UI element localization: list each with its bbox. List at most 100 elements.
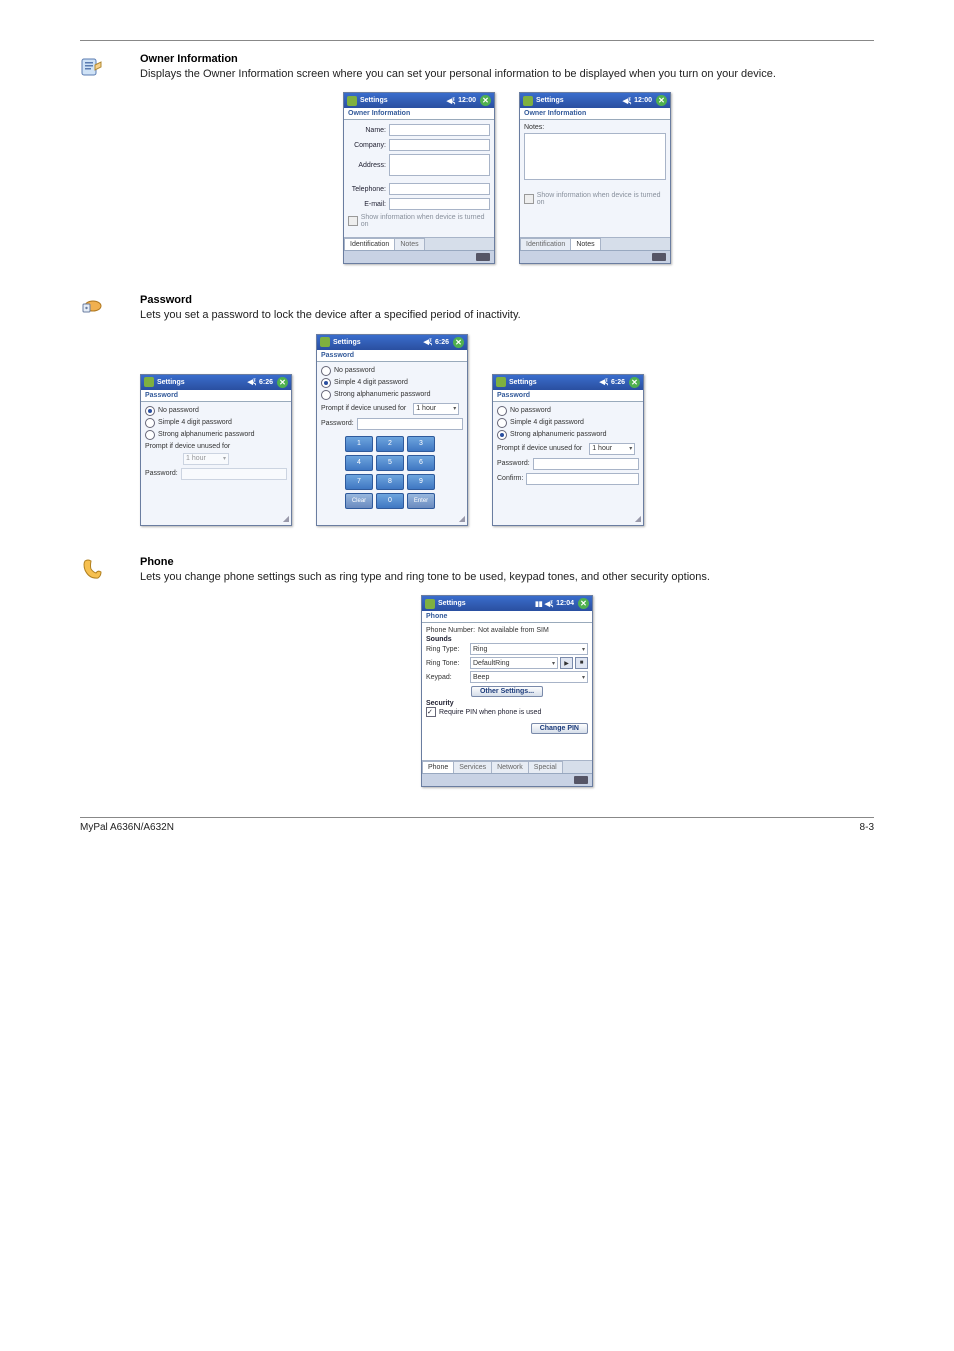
subtitle: Password	[317, 350, 467, 362]
phone-desc: Lets you change phone settings such as r…	[140, 570, 874, 585]
other-settings-button[interactable]: Other Settings...	[471, 686, 543, 697]
pwd-field[interactable]	[533, 458, 639, 470]
pwd-label: Password:	[145, 470, 178, 477]
signal-icon: ◀ξ	[623, 97, 632, 105]
require-pin-checkbox[interactable]: ✓	[426, 707, 436, 717]
show-info-label: Show information when device is turned o…	[361, 214, 490, 228]
clock: 12:00	[634, 97, 652, 104]
subtitle: Owner Information	[344, 108, 494, 120]
ok-button[interactable]: ✕	[629, 377, 640, 388]
owner-info-icon	[80, 66, 104, 83]
key-7[interactable]: 7	[345, 474, 373, 490]
resize-grip: ◢	[459, 514, 465, 523]
sounds-header: Sounds	[426, 636, 588, 643]
email-label: E-mail:	[348, 201, 386, 208]
owner-heading: Owner Information	[140, 53, 874, 65]
key-enter[interactable]: Enter	[407, 493, 435, 509]
key-5[interactable]: 5	[376, 455, 404, 471]
tab-notes[interactable]: Notes	[394, 238, 424, 250]
key-6[interactable]: 6	[407, 455, 435, 471]
start-icon	[425, 599, 435, 609]
ok-button[interactable]: ✕	[578, 598, 589, 609]
keyboard-icon[interactable]	[652, 253, 666, 261]
key-1[interactable]: 1	[345, 436, 373, 452]
play-button[interactable]: ▶	[560, 657, 573, 669]
pwd-field[interactable]	[357, 418, 463, 430]
opt-none: No password	[334, 367, 375, 374]
clock: 6:26	[435, 339, 449, 346]
resize-grip: ◢	[283, 514, 289, 523]
owner-notes-window: Settings ◀ξ 12:00 ✕ Owner Information No…	[519, 92, 671, 264]
name-field[interactable]	[389, 124, 490, 136]
key-2[interactable]: 2	[376, 436, 404, 452]
keyboard-icon[interactable]	[574, 776, 588, 784]
require-pin-label: Require PIN when phone is used	[439, 709, 541, 716]
radio-strong[interactable]	[321, 390, 331, 400]
confirm-field[interactable]	[526, 473, 639, 485]
key-9[interactable]: 9	[407, 474, 435, 490]
title: Settings	[536, 97, 564, 104]
ringtone-drop[interactable]: DefaultRing▾	[470, 657, 558, 669]
keypad-label: Keypad:	[426, 674, 470, 681]
start-icon	[320, 337, 330, 347]
tab-phone[interactable]: Phone	[422, 761, 454, 773]
tab-network[interactable]: Network	[491, 761, 529, 773]
start-icon	[496, 377, 506, 387]
prompt-drop[interactable]: 1 hour▾	[413, 403, 459, 415]
prompt-label: Prompt if device unused for	[145, 443, 230, 450]
keyboard-icon[interactable]	[476, 253, 490, 261]
title: Settings	[438, 600, 466, 607]
title: Settings	[333, 339, 361, 346]
radio-strong[interactable]	[145, 430, 155, 440]
company-label: Company:	[348, 142, 386, 149]
radio-simple[interactable]	[321, 378, 331, 388]
telephone-field[interactable]	[389, 183, 490, 195]
email-field[interactable]	[389, 198, 490, 210]
radio-strong[interactable]	[497, 430, 507, 440]
radio-none[interactable]	[145, 406, 155, 416]
subtitle: Password	[141, 390, 291, 402]
security-header: Security	[426, 700, 588, 707]
number-label: Phone Number:	[426, 627, 475, 634]
company-field[interactable]	[389, 139, 490, 151]
tab-special[interactable]: Special	[528, 761, 563, 773]
ok-button[interactable]: ✕	[656, 95, 667, 106]
radio-simple[interactable]	[497, 418, 507, 428]
ok-button[interactable]: ✕	[453, 337, 464, 348]
signal-icon: ◀ξ	[599, 378, 608, 386]
subtitle: Phone	[422, 611, 592, 623]
change-pin-button[interactable]: Change PIN	[531, 723, 588, 734]
ok-button[interactable]: ✕	[277, 377, 288, 388]
radio-simple[interactable]	[145, 418, 155, 428]
tab-services[interactable]: Services	[453, 761, 492, 773]
keypad-drop[interactable]: Beep▾	[470, 671, 588, 683]
number-value: Not available from SIM	[478, 627, 549, 634]
tab-identification[interactable]: Identification	[520, 238, 571, 250]
password-icon	[80, 307, 104, 324]
notes-field[interactable]	[524, 133, 666, 180]
key-4[interactable]: 4	[345, 455, 373, 471]
ok-button[interactable]: ✕	[480, 95, 491, 106]
address-field[interactable]	[389, 154, 490, 176]
radio-none[interactable]	[321, 366, 331, 376]
key-8[interactable]: 8	[376, 474, 404, 490]
start-icon	[144, 377, 154, 387]
opt-simple: Simple 4 digit password	[334, 379, 408, 386]
tab-identification[interactable]: Identification	[344, 238, 395, 250]
tab-notes[interactable]: Notes	[570, 238, 600, 250]
show-info-checkbox[interactable]	[524, 194, 534, 204]
password-desc: Lets you set a password to lock the devi…	[140, 308, 874, 323]
pw-none-window: Settings ◀ξ 6:26 ✕ Password No password …	[140, 374, 292, 526]
prompt-drop[interactable]: 1 hour▾	[589, 443, 635, 455]
radio-none[interactable]	[497, 406, 507, 416]
title: Settings	[360, 97, 388, 104]
key-3[interactable]: 3	[407, 436, 435, 452]
numeric-keypad: 1 2 3 4 5 6 7 8 9 Clear 0 Enter	[345, 436, 439, 509]
key-0[interactable]: 0	[376, 493, 404, 509]
signal-icon: ◀ξ	[447, 97, 456, 105]
key-clear[interactable]: Clear	[345, 493, 373, 509]
ringtype-drop[interactable]: Ring▾	[470, 643, 588, 655]
show-info-checkbox[interactable]	[348, 216, 358, 226]
opt-simple: Simple 4 digit password	[510, 419, 584, 426]
stop-button[interactable]: ■	[575, 657, 588, 669]
